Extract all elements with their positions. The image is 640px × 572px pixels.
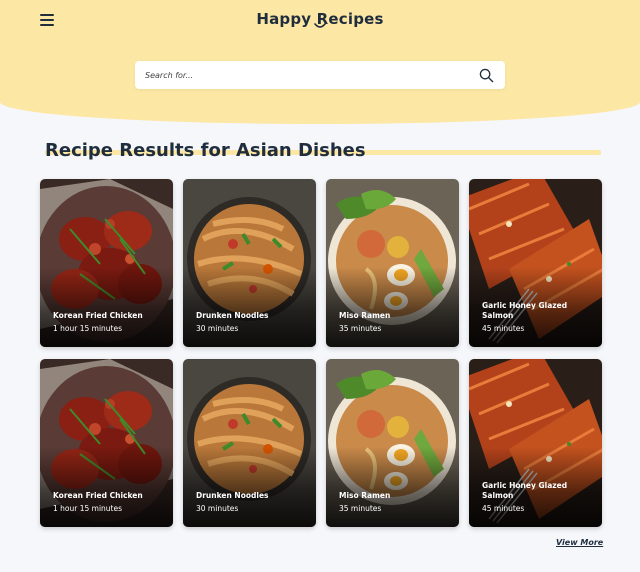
recipe-time: 35 minutes <box>339 504 382 513</box>
recipe-title: Miso Ramen <box>339 311 391 320</box>
recipe-title: Miso Ramen <box>339 491 391 500</box>
card-overlay <box>40 447 173 527</box>
card-overlay <box>326 447 459 527</box>
recipe-card[interactable]: Garlic Honey Glazed Salmon 45 minutes <box>469 359 602 527</box>
page-title: Recipe Results for Asian Dishes <box>45 140 366 161</box>
recipe-title: Drunken Noodles <box>196 311 269 320</box>
recipe-time: 1 hour 15 minutes <box>53 504 123 513</box>
search-icon[interactable] <box>479 68 494 83</box>
recipe-card[interactable]: Miso Ramen 35 minutes <box>326 359 459 527</box>
recipe-title: Korean Fried Chicken <box>53 491 143 500</box>
smile-icon <box>314 23 326 28</box>
recipe-card[interactable]: Korean Fried Chicken 1 hour 15 minutes <box>40 179 173 347</box>
results-heading: Recipe Results for Asian Dishes <box>40 140 601 164</box>
card-overlay <box>183 447 316 527</box>
recipe-title: Drunken Noodles <box>196 491 269 500</box>
recipe-time: 35 minutes <box>339 324 382 333</box>
recipe-card[interactable]: Drunken Noodles 30 minutes <box>183 359 316 527</box>
search-bar <box>135 61 505 89</box>
recipe-card[interactable]: Garlic Honey Glazed Salmon 45 minutes <box>469 179 602 347</box>
recipe-title: Garlic Honey Glazed Salmon <box>482 301 568 320</box>
card-overlay <box>326 267 459 347</box>
recipe-time: 1 hour 15 minutes <box>53 324 123 333</box>
card-overlay <box>183 267 316 347</box>
card-overlay <box>40 267 173 347</box>
search-input[interactable] <box>145 65 465 85</box>
recipe-card[interactable]: Drunken Noodles 30 minutes <box>183 179 316 347</box>
recipe-time: 30 minutes <box>196 324 239 333</box>
recipe-time: 45 minutes <box>482 504 525 513</box>
recipe-card[interactable]: Korean Fried Chicken 1 hour 15 minutes <box>40 359 173 527</box>
recipe-card[interactable]: Miso Ramen 35 minutes <box>326 179 459 347</box>
recipe-title: Garlic Honey Glazed Salmon <box>482 481 568 500</box>
recipe-time: 30 minutes <box>196 504 239 513</box>
recipe-time: 45 minutes <box>482 324 525 333</box>
view-more-link[interactable]: View More <box>556 538 603 547</box>
recipe-title: Korean Fried Chicken <box>53 311 143 320</box>
recipe-grid: Korean Fried Chicken 1 hour 15 minutes D… <box>40 179 602 527</box>
